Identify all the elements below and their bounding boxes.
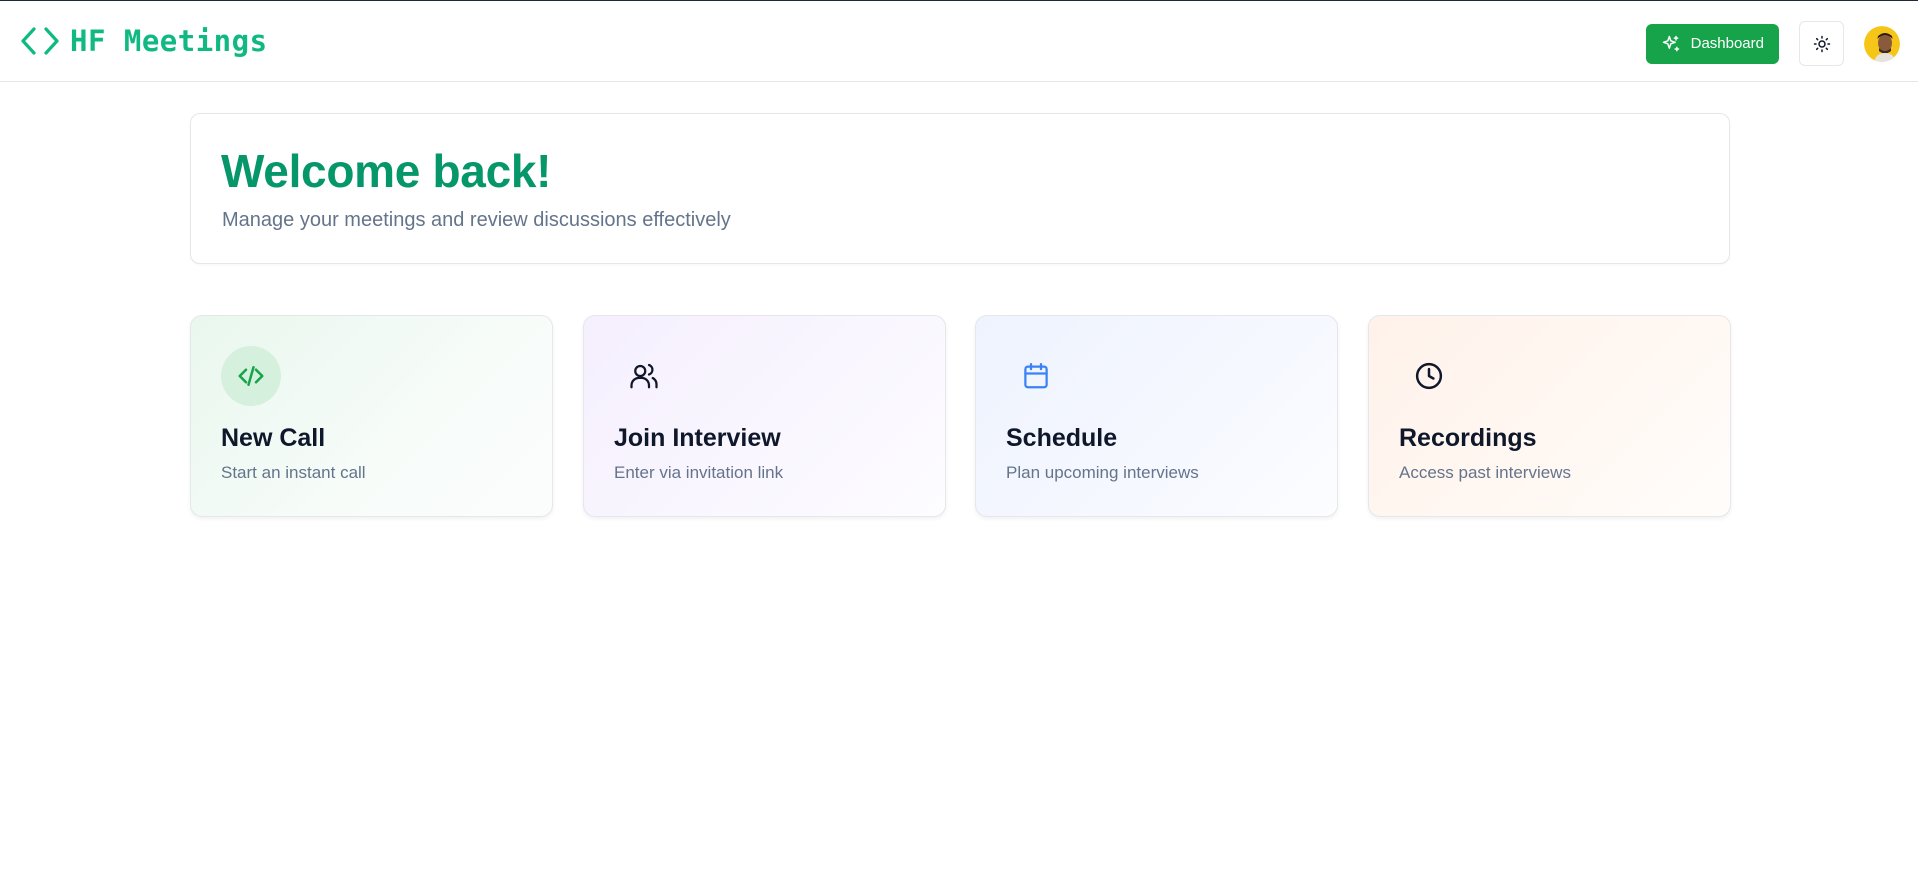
code-icon bbox=[238, 366, 264, 386]
card-title: Schedule bbox=[1006, 424, 1118, 452]
join-interview-icon-badge bbox=[614, 346, 674, 406]
theme-toggle-button[interactable] bbox=[1799, 21, 1844, 66]
welcome-panel: Welcome back! Manage your meetings and r… bbox=[190, 113, 1730, 264]
card-description: Access past interviews bbox=[1399, 463, 1571, 482]
dashboard-button-label: Dashboard bbox=[1690, 35, 1764, 52]
welcome-title: Welcome back! bbox=[221, 145, 552, 197]
code-brackets-icon bbox=[21, 27, 59, 55]
clock-icon bbox=[1415, 362, 1443, 390]
sun-icon bbox=[1813, 35, 1830, 52]
join-interview-card[interactable]: Join Interview Enter via invitation link bbox=[583, 315, 946, 517]
welcome-subtitle: Manage your meetings and review discussi… bbox=[222, 209, 731, 231]
brand-name: HF Meetings bbox=[70, 24, 268, 58]
dashboard-button[interactable]: Dashboard bbox=[1645, 23, 1779, 64]
card-title: Recordings bbox=[1399, 424, 1537, 452]
schedule-icon-badge bbox=[1006, 346, 1066, 406]
navbar-actions: Dashboard bbox=[1645, 21, 1900, 66]
recordings-card[interactable]: Recordings Access past interviews bbox=[1368, 315, 1731, 517]
action-cards: New Call Start an instant call Join Inte… bbox=[190, 315, 1731, 517]
card-description: Enter via invitation link bbox=[614, 463, 784, 482]
users-icon bbox=[630, 363, 658, 389]
avatar-image bbox=[1864, 25, 1900, 62]
new-call-card[interactable]: New Call Start an instant call bbox=[190, 315, 553, 517]
recordings-icon-badge bbox=[1399, 346, 1459, 406]
top-navbar: HF Meetings Dashboard bbox=[0, 1, 1918, 82]
sparkles-icon bbox=[1662, 35, 1679, 51]
card-title: Join Interview bbox=[614, 424, 781, 452]
new-call-icon-badge bbox=[221, 346, 281, 406]
user-avatar[interactable] bbox=[1864, 25, 1900, 62]
schedule-card[interactable]: Schedule Plan upcoming interviews bbox=[975, 315, 1338, 517]
card-title: New Call bbox=[221, 424, 326, 452]
card-description: Start an instant call bbox=[221, 463, 366, 482]
brand-logo-link[interactable]: HF Meetings bbox=[20, 24, 268, 58]
card-description: Plan upcoming interviews bbox=[1006, 463, 1199, 482]
calendar-icon bbox=[1024, 363, 1048, 389]
